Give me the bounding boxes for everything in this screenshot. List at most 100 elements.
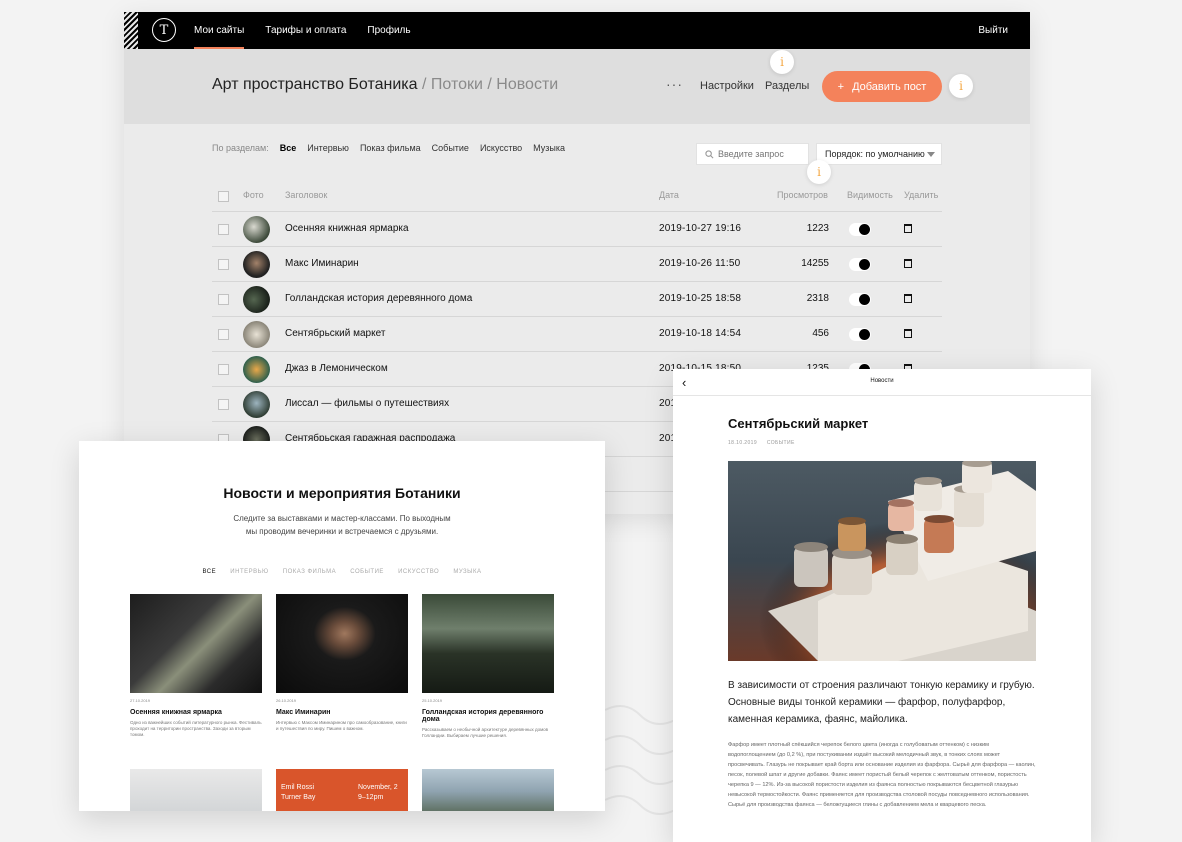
settings-link[interactable]: Настройки [700,80,754,92]
trash-icon[interactable] [904,294,912,303]
nav-plans-billing[interactable]: Тарифы и оплата [265,12,346,49]
ceramics-photo-illustration [728,461,1036,661]
post-thumbnail [243,216,270,243]
section-filters: По разделам: Все Интервью Показ фильма С… [212,143,565,153]
post-thumbnail [243,321,270,348]
post-excerpt: Интервью с Максом Иминарином про самообр… [276,720,407,731]
blog-tab-interview[interactable]: ИНТЕРВЬЮ [230,569,268,575]
article-preview-card: ‹ Новости Сентябрьский маркет 18.10.2019… [673,369,1091,842]
breadcrumb: Арт пространство Ботаника / Потоки / Нов… [212,76,559,93]
blog-tab-event[interactable]: СОБЫТИЕ [350,569,384,575]
info-hint-icon[interactable]: i [807,160,831,184]
row-checkbox[interactable] [218,224,229,235]
post-title[interactable]: Сентябрьский маркет [285,328,385,339]
page-header: Арт пространство Ботаника / Потоки / Нов… [124,49,1030,124]
blog-title: Новости и мероприятия Ботаники [223,485,461,501]
article-bar-title: Новости [870,378,894,384]
table-row[interactable]: Осенняя книжная ярмарка 2019-10-27 19:16… [212,212,942,247]
filter-label: По разделам: [212,143,269,153]
trash-icon[interactable] [904,224,912,233]
post-thumbnail [243,391,270,418]
post-views: 1223 [806,223,829,234]
filter-film[interactable]: Показ фильма [360,143,421,153]
col-photo: Фото [243,190,264,200]
sections-link[interactable]: Разделы [765,80,809,92]
logout-link[interactable]: Выйти [978,12,1008,49]
row-checkbox[interactable] [218,259,229,270]
post-title[interactable]: Осенняя книжная ярмарка [285,223,409,234]
article-lead: В зависимости от строения различают тонк… [728,680,1035,725]
post-image [422,594,554,693]
row-checkbox[interactable] [218,364,229,375]
post-title[interactable]: Джаз в Лемоническом [285,363,388,374]
visibility-toggle[interactable] [849,328,871,341]
post-excerpt: Рассказываем о необычной архитектуре дер… [422,727,549,738]
window-edge-decoration [124,12,138,49]
post-thumbnail [243,356,270,383]
row-checkbox[interactable] [218,294,229,305]
blog-tab-music[interactable]: МУЗЫКА [453,569,481,575]
table-row[interactable]: Макс Иминарин 2019-10-26 11:50 14255 [212,247,942,282]
post-date: 27.10.2019 [130,698,151,703]
blog-tab-film[interactable]: ПОКАЗ ФИЛЬМА [283,569,336,575]
post-date: 26.10.2019 [276,698,297,703]
search-icon [705,149,714,158]
col-date: Дата [659,190,679,200]
trash-icon[interactable] [904,259,912,268]
post-views: 14255 [801,258,829,269]
blog-preview-card: Новости и мероприятия Ботаники Следите з… [79,441,605,811]
post-title: Макс Иминарин [276,709,331,716]
main-nav: Мои сайты Тарифы и оплата Профиль [194,12,411,49]
blog-tab-all[interactable]: ВСЕ [202,569,216,575]
breadcrumb-site[interactable]: Арт пространство Ботаника [212,76,418,93]
search-input[interactable] [718,149,806,159]
chevron-down-icon [927,152,935,157]
visibility-toggle[interactable] [849,258,871,271]
post-image [130,594,262,693]
filter-art[interactable]: Искусство [480,143,522,153]
row-checkbox[interactable] [218,399,229,410]
event-poster-image[interactable]: Emil Rossi Turner Bay November, 2 9–12pm [276,769,408,811]
post-title: Осенняя книжная ярмарка [130,709,222,716]
filter-interview[interactable]: Интервью [307,143,349,153]
nav-my-sites[interactable]: Мои сайты [194,12,245,49]
info-hint-icon[interactable]: i [770,50,794,74]
add-post-button[interactable]: + Добавить пост [822,71,942,102]
post-title[interactable]: Макс Иминарин [285,258,359,269]
decorative-wave [604,705,676,815]
select-all-checkbox[interactable] [218,191,229,202]
row-checkbox[interactable] [218,329,229,340]
top-nav-bar: T Мои сайты Тарифы и оплата Профиль Выйт… [124,12,1030,49]
plus-icon: + [837,80,845,93]
article-meta: 18.10.2019 СОБЫТИЕ [728,440,803,446]
sort-value: Порядок: по умолчанию [825,149,925,159]
tilda-logo-icon[interactable]: T [152,18,176,42]
filter-all[interactable]: Все [280,143,297,153]
post-image [276,594,408,693]
filter-music[interactable]: Музыка [533,143,565,153]
post-title[interactable]: Лиссал — фильмы о путешествиях [285,398,449,409]
visibility-toggle[interactable] [849,223,871,236]
trash-icon[interactable] [904,329,912,338]
info-hint-icon[interactable]: i [949,74,973,98]
blog-post-image-partial[interactable] [422,769,554,811]
sort-select[interactable]: Порядок: по умолчанию [816,143,942,165]
blog-tab-art[interactable]: ИСКУССТВО [398,569,439,575]
table-row[interactable]: Голландская история деревянного дома 201… [212,282,942,317]
post-date: 2019-10-27 19:16 [659,223,742,234]
post-title: Голландская история деревянного дома [422,709,544,723]
blog-post-card[interactable]: 26.10.2019 Макс Иминарин Интервью с Макс… [276,594,408,732]
article-category[interactable]: СОБЫТИЕ [767,440,795,446]
more-options-icon[interactable]: ··· [666,76,683,92]
blog-post-card[interactable]: 27.10.2019 Осенняя книжная ярмарка Одно … [130,594,262,738]
article-title: Сентябрьский маркет [728,416,869,431]
nav-profile[interactable]: Профиль [367,12,410,49]
blog-post-card[interactable]: 25.10.2019 Голландская история деревянно… [422,594,554,739]
breadcrumb-streams[interactable]: Потоки [431,76,483,93]
table-row[interactable]: Сентябрьский маркет 2019-10-18 14:54 456 [212,317,942,352]
post-title[interactable]: Голландская история деревянного дома [285,293,472,304]
visibility-toggle[interactable] [849,293,871,306]
post-date: 2019-10-18 14:54 [659,328,742,339]
filter-event[interactable]: Событие [432,143,469,153]
blog-post-image-partial[interactable] [130,769,262,811]
